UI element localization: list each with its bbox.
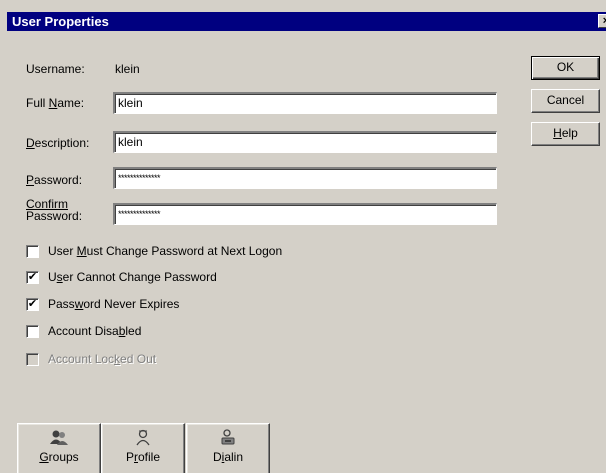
must-change-label-accel: M <box>76 244 87 258</box>
disabled-label-pre: Account Disa <box>48 324 119 338</box>
profile-label: Profile <box>102 450 184 464</box>
username-value: klein <box>115 62 140 76</box>
dialin-label-pre: D <box>212 450 222 464</box>
groups-label: Groups <box>18 450 100 464</box>
full-name-label: Full Name: <box>26 96 84 110</box>
password-never-expires-checkbox[interactable]: ✔ <box>26 298 39 311</box>
cannot-change-password-label: User Cannot Change Password <box>48 270 217 285</box>
never-expires-label-pre: Pass <box>48 297 75 311</box>
groups-label-post: roups <box>48 450 79 464</box>
full-name-field[interactable]: klein <box>113 92 497 114</box>
account-locked-out-checkbox <box>26 353 39 366</box>
profile-icon <box>136 429 150 446</box>
must-change-password-checkbox[interactable] <box>26 245 39 258</box>
password-field[interactable]: ************** <box>113 167 497 189</box>
locked-label-post: ed Out <box>120 352 157 366</box>
profile-button[interactable]: Profile <box>101 423 185 473</box>
help-label-accel: H <box>553 126 562 140</box>
close-button[interactable]: × <box>598 14 606 28</box>
cannot-change-password-checkbox[interactable]: ✔ <box>26 271 39 284</box>
groups-label-accel: G <box>39 450 49 464</box>
must-change-label-pre: User <box>48 244 77 258</box>
must-change-password-label: User Must Change Password at Next Logon <box>48 244 282 259</box>
must-change-label-post: ust Change Password at Next Logon <box>86 244 283 258</box>
groups-button[interactable]: Groups <box>17 423 101 473</box>
help-button[interactable]: Help <box>531 122 600 146</box>
checkmark-icon: ✔ <box>27 271 38 283</box>
ok-button[interactable]: OK <box>531 56 600 80</box>
cannot-change-label-post: er Cannot Change Password <box>62 270 217 284</box>
window-title: User Properties <box>12 14 109 29</box>
confirm-password-label-line2: Password: <box>26 209 83 223</box>
cannot-change-label-pre: U <box>48 270 57 284</box>
dialin-label: Dialin <box>187 450 269 464</box>
description-label-post: escription: <box>34 136 90 150</box>
user-properties-dialog: User Properties × Username: klein Full N… <box>0 0 606 473</box>
help-label-post: elp <box>561 126 578 140</box>
account-disabled-label: Account Disabled <box>48 324 141 339</box>
never-expires-label-post: ord Never Expires <box>83 297 180 311</box>
profile-label-pre: P <box>125 450 134 464</box>
confirm-password-label: Confirm Password: <box>26 198 82 222</box>
full-name-label-pre: Full <box>26 96 49 110</box>
account-disabled-checkbox[interactable] <box>26 325 39 338</box>
description-field[interactable]: klein <box>113 131 497 153</box>
title-bar: User Properties × <box>7 12 606 31</box>
password-label-accel: P <box>26 173 35 187</box>
account-locked-out-label: Account Locked Out <box>48 352 156 367</box>
profile-label-post: ofile <box>138 450 161 464</box>
password-never-expires-label: Password Never Expires <box>48 297 179 312</box>
description-label-accel: D <box>26 136 35 150</box>
locked-label-pre: Account Loc <box>48 352 115 366</box>
dialin-button[interactable]: Dialin <box>186 423 270 473</box>
password-label-post: assword: <box>34 173 83 187</box>
confirm-password-field[interactable]: ************** <box>113 203 497 225</box>
groups-icon <box>50 430 68 445</box>
disabled-label-post: led <box>125 324 142 338</box>
username-label: Username: <box>26 62 85 76</box>
dialin-label-post: alin <box>224 450 244 464</box>
cancel-button[interactable]: Cancel <box>531 89 600 113</box>
phone-dialin-icon <box>221 429 235 445</box>
password-label: Password: <box>26 173 82 187</box>
description-label: Description: <box>26 136 89 150</box>
full-name-label-post: ame: <box>57 96 85 110</box>
checkmark-icon: ✔ <box>27 298 38 310</box>
